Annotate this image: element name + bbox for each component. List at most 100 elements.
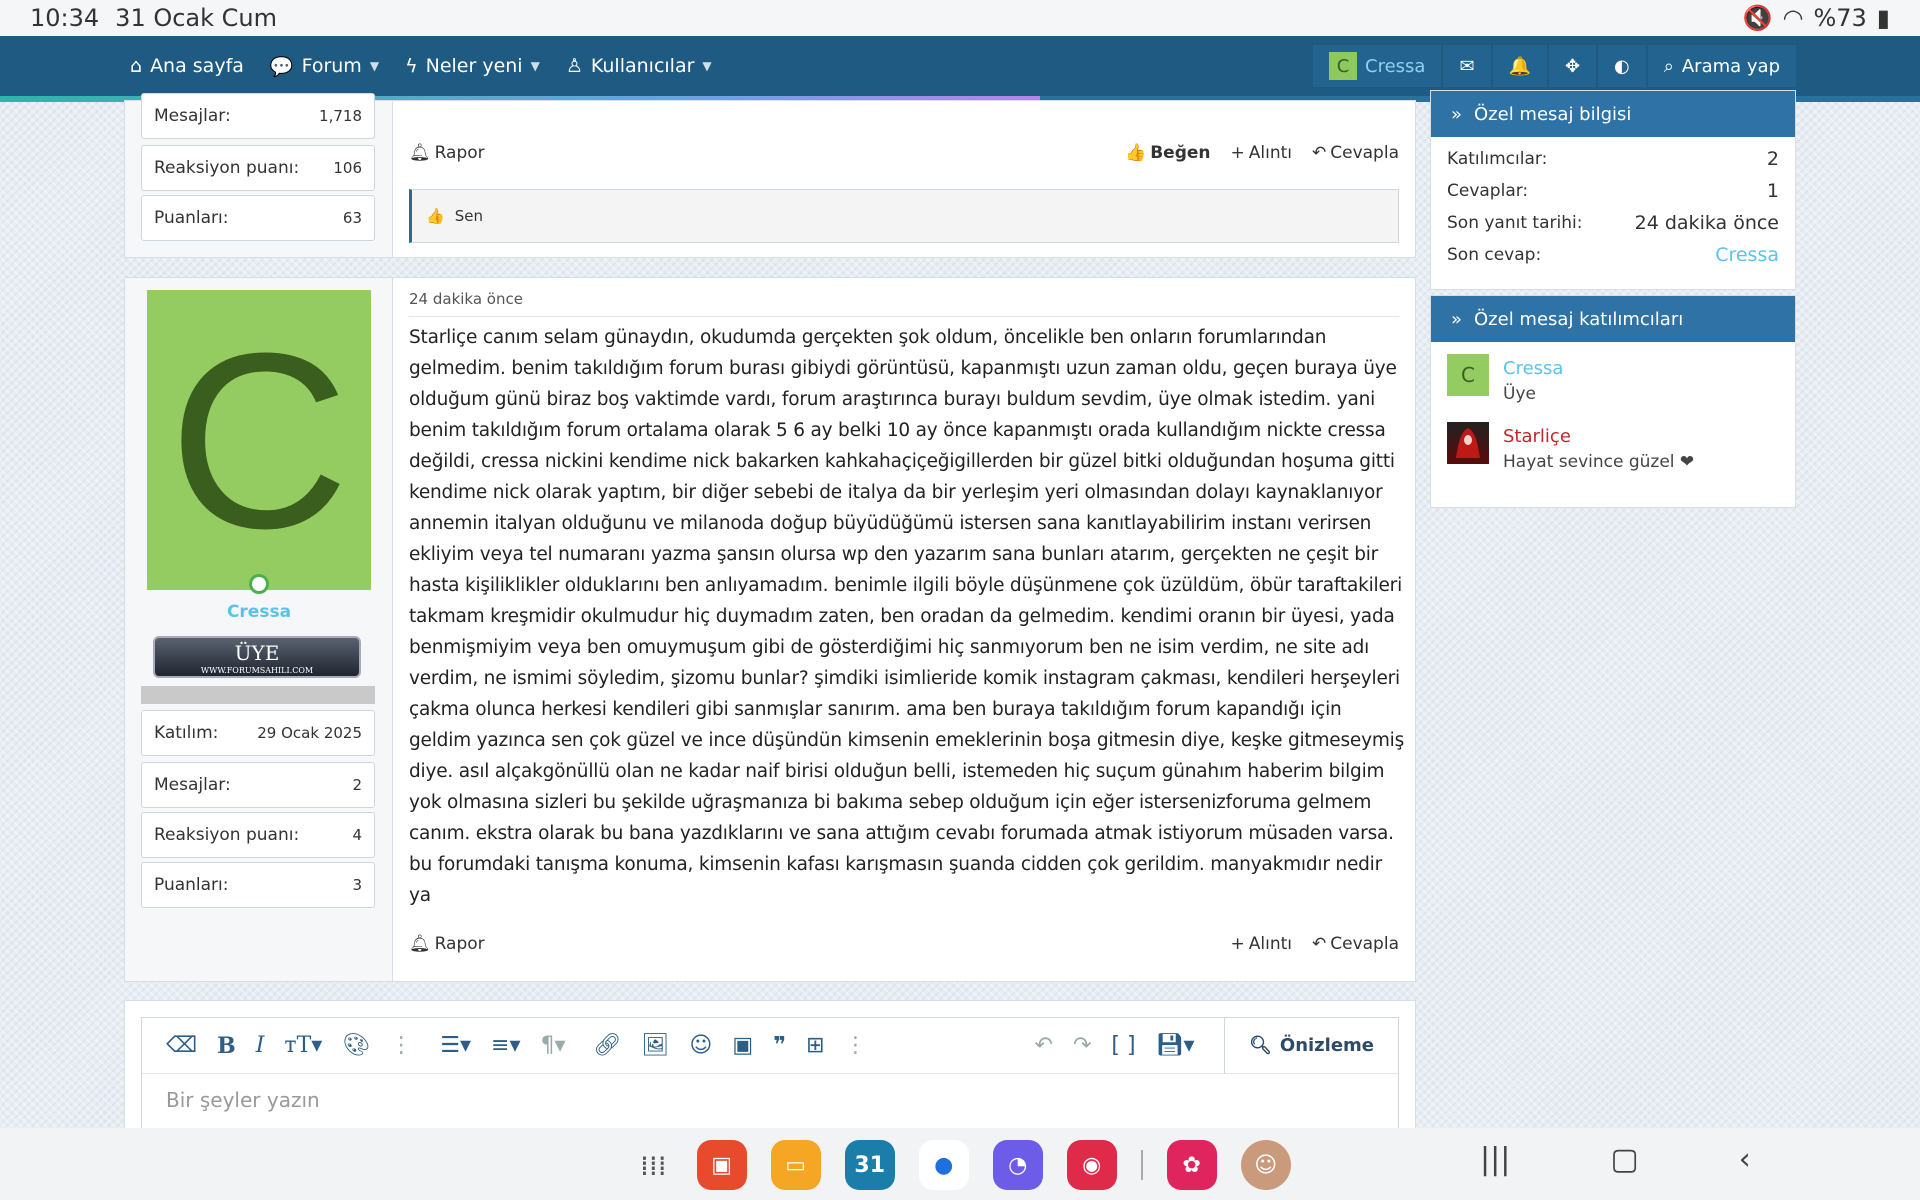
like-label: Beğen <box>1150 143 1211 163</box>
files-app-icon[interactable]: ▭ <box>770 1140 821 1190</box>
chevron-down-icon[interactable]: ▼ <box>702 59 711 73</box>
contrast-icon: ◐ <box>1614 55 1630 77</box>
stat-value: 106 <box>333 159 362 177</box>
block-title: Özel mesaj bilgisi <box>1474 103 1632 125</box>
participant-name[interactable]: Starliçe <box>1503 422 1694 452</box>
battery-icon: ▮ <box>1876 4 1890 32</box>
inbox-button[interactable]: ✉ <box>1443 45 1491 87</box>
info-value: 24 dakika önce <box>1634 212 1779 234</box>
nav-home-label: Ana sayfa <box>150 55 244 77</box>
message-date[interactable]: 24 dakika önce <box>409 290 1399 317</box>
reply-editor: ⌫ B I тT▾ 🎨︎ ⋮ ☰▾ ≡▾ ¶▾ 🔗︎ 🖼︎ ☺ ▣ ❞ ⊞ ⋮ … <box>124 1000 1416 1140</box>
stat-value: 2 <box>352 776 362 794</box>
redo-icon[interactable]: ↷ <box>1073 1033 1091 1058</box>
quote-icon[interactable]: ❞ <box>773 1033 786 1058</box>
user-stat: Katılım: 29 Ocak 2025 <box>141 710 375 756</box>
smiley-icon[interactable]: ☺ <box>689 1033 712 1058</box>
reactions-text: Sen <box>454 207 483 225</box>
table-icon[interactable]: ⊞ <box>806 1033 824 1058</box>
nav-whats-new[interactable]: ϟ Neler yeni ▼ <box>405 55 540 77</box>
home-button-icon[interactable]: ▢ <box>1610 1142 1638 1177</box>
info-row: Katılımcılar: 2 <box>1431 143 1795 175</box>
reply-link[interactable]: ↶ Cevapla <box>1312 934 1399 954</box>
font-size-icon[interactable]: тT▾ <box>284 1033 322 1058</box>
wifi-icon: ◠ <box>1782 4 1804 32</box>
notes-app-icon[interactable]: ▣ <box>696 1140 747 1190</box>
italic-icon[interactable]: I <box>256 1033 265 1058</box>
nav-forum[interactable]: 💬 Forum ▼ <box>270 55 379 78</box>
paragraph-icon[interactable]: ¶▾ <box>541 1033 566 1058</box>
avatar[interactable] <box>1447 422 1489 464</box>
envelope-icon: ✉ <box>1459 55 1475 77</box>
alerts-button[interactable]: 🔔 <box>1492 45 1547 87</box>
theme-toggle[interactable]: ◐ <box>1598 45 1646 87</box>
avatar[interactable]: C <box>147 290 371 590</box>
participant-item: C Cressa Üye <box>1431 342 1795 416</box>
user-stat: Reaksiyon puanı: 106 <box>141 145 375 191</box>
reactions-bar[interactable]: 👍 Sen <box>409 189 1399 243</box>
online-status-icon <box>249 574 269 594</box>
user-stat: Mesajlar: 2 <box>141 762 375 808</box>
report-link[interactable]: 🔔︎ Rapor <box>409 934 485 954</box>
message-input[interactable]: Bir şeyler yazın <box>142 1074 1398 1126</box>
message-actions: 🔔︎ Rapor + Alıntı ↶ Cevapla <box>409 934 1399 954</box>
browser-app-icon[interactable]: ◔ <box>992 1140 1043 1190</box>
camera-app-icon[interactable]: ◉ <box>1066 1140 1117 1190</box>
nav-members[interactable]: ♙ Kullanıcılar ▼ <box>566 55 712 77</box>
more-options-icon[interactable]: ⋮ <box>390 1033 412 1058</box>
app-drawer-icon[interactable]: ⁞⁞⁞ <box>640 1149 667 1182</box>
account-button[interactable]: C Cressa <box>1313 45 1442 87</box>
participant-name[interactable]: Cressa <box>1503 354 1563 384</box>
last-reply-user-link[interactable]: Cressa <box>1715 244 1779 266</box>
username[interactable]: Cressa <box>125 602 393 622</box>
like-link[interactable]: 👍 Beğen <box>1125 143 1210 163</box>
taskbar: ⁞⁞⁞ ▣ ▭ 31 ● ◔ ◉ ✿ ☺ ||| ▢ ‹ <box>0 1128 1920 1200</box>
search-button[interactable]: ⌕ Arama yap <box>1647 45 1796 87</box>
mute-icon: 🔇 <box>1742 4 1773 32</box>
palette-icon[interactable]: 🎨︎ <box>342 1033 370 1058</box>
gallery-app-icon[interactable]: ✿ <box>1166 1140 1217 1190</box>
messages-app-icon[interactable]: ● <box>918 1140 969 1190</box>
status-time: 10:34 <box>30 4 100 32</box>
quote-link[interactable]: + Alıntı <box>1231 143 1293 163</box>
image-icon[interactable]: 🖼︎ <box>641 1033 669 1058</box>
report-link[interactable]: 🔔︎ Rapor <box>409 143 485 163</box>
home-icon: ⌂ <box>130 55 143 77</box>
recent-apps-icon[interactable]: ||| <box>1480 1142 1510 1177</box>
plus-icon: + <box>1230 934 1245 954</box>
account-name: Cressa <box>1365 55 1426 77</box>
stat-value: 3 <box>352 876 362 894</box>
more-options-icon[interactable]: ⋮ <box>845 1033 867 1058</box>
thumbs-up-icon: 👍 <box>1125 143 1147 163</box>
avatar[interactable]: C <box>1447 354 1489 396</box>
message-actions: 🔔︎ Rapor 👍 Beğen + Alıntı ↶ Cevapla <box>409 143 1399 163</box>
link-icon[interactable]: 🔗︎ <box>594 1033 622 1058</box>
plus-icon: + <box>1230 143 1245 163</box>
stat-label: Reaksiyon puanı: <box>154 158 300 178</box>
search-label: Arama yap <box>1681 55 1780 77</box>
chevron-down-icon[interactable]: ▼ <box>370 59 379 73</box>
bold-icon[interactable]: B <box>217 1033 236 1059</box>
calendar-app-icon[interactable]: 31 <box>844 1140 895 1190</box>
report-label: Rapor <box>434 143 485 163</box>
preview-button[interactable]: 🔍︎ Önizleme <box>1224 1017 1398 1074</box>
undo-icon[interactable]: ↶ <box>1035 1033 1053 1058</box>
drafts-icon[interactable]: 💾︎▾ <box>1156 1033 1195 1058</box>
eraser-icon[interactable]: ⌫ <box>166 1033 197 1058</box>
info-label: Son cevap: <box>1447 245 1542 265</box>
photo-app-icon[interactable]: ☺ <box>1240 1140 1291 1190</box>
align-icon[interactable]: ≡▾ <box>491 1033 520 1058</box>
fullscreen-button[interactable]: ✥ <box>1548 45 1597 87</box>
list-icon[interactable]: ☰▾ <box>440 1033 471 1058</box>
nav-home[interactable]: ⌂ Ana sayfa <box>130 55 244 77</box>
bbcode-toggle-icon[interactable]: [ ] <box>1111 1033 1135 1058</box>
back-icon[interactable]: ‹ <box>1739 1142 1751 1177</box>
chevron-down-icon[interactable]: ▼ <box>531 59 540 73</box>
media-icon[interactable]: ▣ <box>732 1033 753 1058</box>
double-chevron-right-icon: » <box>1451 308 1463 330</box>
stat-value: 1,718 <box>319 107 362 125</box>
nav-whats-new-label: Neler yeni <box>425 55 523 77</box>
info-row: Cevaplar: 1 <box>1431 175 1795 207</box>
quote-link[interactable]: + Alıntı <box>1231 934 1293 954</box>
reply-link[interactable]: ↶ Cevapla <box>1312 143 1399 163</box>
